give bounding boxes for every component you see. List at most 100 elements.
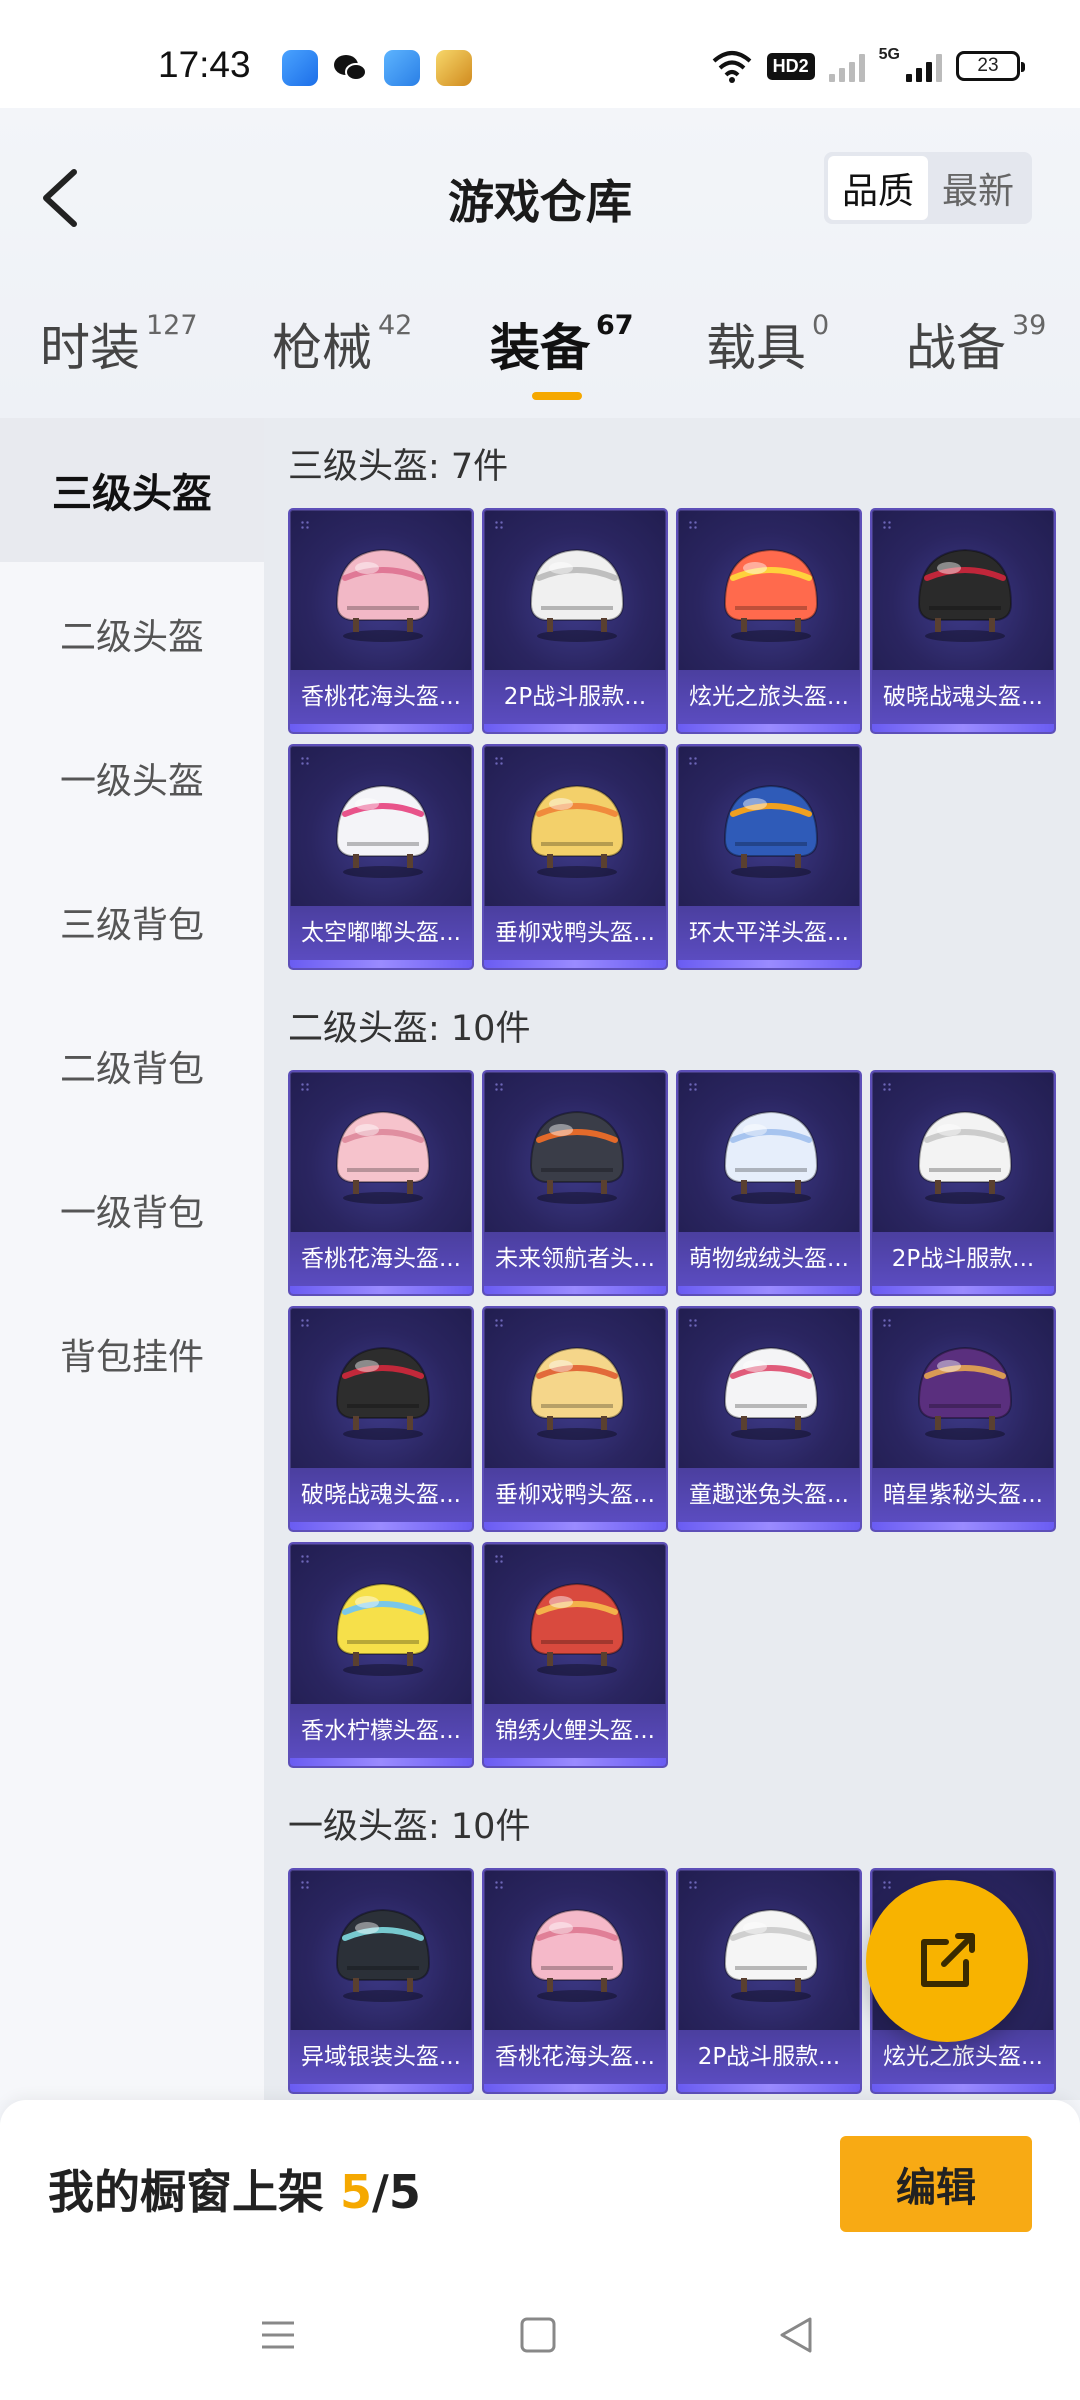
item-name: 2P战斗服款... xyxy=(484,670,666,724)
showcase-status: 我的橱窗上架 5/5 xyxy=(48,2156,421,2222)
helmet-icon xyxy=(723,548,819,642)
item-name: 童趣迷兔头盔... xyxy=(678,1468,860,1522)
app-blue-icon xyxy=(282,50,318,86)
edit-button[interactable]: 编辑 xyxy=(840,2136,1032,2232)
item-card[interactable]: 香桃花海头盔... xyxy=(288,508,474,734)
sidebar-item-level1-backpack[interactable]: 一级背包 xyxy=(0,1138,264,1282)
helmet-icon xyxy=(335,1346,431,1440)
card-pattern xyxy=(688,520,698,530)
card-pattern xyxy=(494,756,504,766)
item-name: 太空嘟嘟头盔... xyxy=(290,906,472,960)
item-card[interactable]: 垂柳戏鸭头盔... xyxy=(482,1306,668,1532)
tab-supplies[interactable]: 战备 39 xyxy=(906,308,1046,380)
sort-option-quality[interactable]: 品质 xyxy=(828,156,928,220)
helmet-icon xyxy=(335,548,431,642)
share-button[interactable] xyxy=(866,1880,1028,2042)
item-name: 炫光之旅头盔... xyxy=(678,670,860,724)
sidebar-item-level3-backpack[interactable]: 三级背包 xyxy=(0,850,264,994)
item-name: 锦绣火鲤头盔... xyxy=(484,1704,666,1758)
tab-fashion[interactable]: 时装 127 xyxy=(40,308,198,380)
item-content-area[interactable]: 三级头盔: 7件 香桃花海头盔... 2P战斗服款... 炫光之旅头盔... 破晓战魂头… xyxy=(264,418,1080,2100)
item-card[interactable]: 童趣迷兔头盔... xyxy=(676,1306,862,1532)
tab-count: 67 xyxy=(596,310,634,341)
item-card[interactable]: 炫光之旅头盔... xyxy=(676,508,862,734)
wifi-icon xyxy=(712,51,751,83)
sidebar-item-level3-helmet[interactable]: 三级头盔 xyxy=(0,418,264,562)
item-name: 垂柳戏鸭头盔... xyxy=(484,906,666,960)
item-card[interactable]: 萌物绒绒头盔... xyxy=(676,1070,862,1296)
item-name: 香桃花海头盔... xyxy=(484,2030,666,2084)
back-triangle-icon xyxy=(780,2317,812,2353)
back-nav-button[interactable] xyxy=(766,2310,826,2360)
item-name: 萌物绒绒头盔... xyxy=(678,1232,860,1286)
home-nav-button[interactable] xyxy=(508,2310,568,2360)
item-card[interactable]: 太空嘟嘟头盔... xyxy=(288,744,474,970)
helmet-icon xyxy=(335,1110,431,1204)
card-pattern xyxy=(688,756,698,766)
tab-count: 0 xyxy=(812,310,830,341)
item-card[interactable]: 暗星紫秘头盔... xyxy=(870,1306,1056,1532)
rarity-stripe xyxy=(484,960,666,968)
rarity-stripe xyxy=(678,2084,860,2092)
sidebar-item-level1-helmet[interactable]: 一级头盔 xyxy=(0,706,264,850)
game-app-icon xyxy=(436,50,472,86)
sort-option-newest[interactable]: 最新 xyxy=(928,156,1028,220)
tab-guns[interactable]: 枪械 42 xyxy=(272,308,412,380)
item-name: 2P战斗服款... xyxy=(678,2030,860,2084)
section-title: 三级头盔: 7件 xyxy=(288,446,509,487)
item-card[interactable]: 2P战斗服款... xyxy=(870,1070,1056,1296)
item-name: 异域银装头盔... xyxy=(290,2030,472,2084)
sidebar-item-level2-helmet[interactable]: 二级头盔 xyxy=(0,562,264,706)
sidebar-item-backpack-charm[interactable]: 背包挂件 xyxy=(0,1282,264,1426)
tab-equipment[interactable]: 装备 67 xyxy=(490,308,634,380)
card-pattern xyxy=(300,1318,310,1328)
status-bar: 17:43 HD2 5G 23 xyxy=(0,0,1080,108)
tab-vehicles[interactable]: 载具 0 xyxy=(706,308,829,380)
card-pattern xyxy=(688,1318,698,1328)
home-square-icon xyxy=(520,2317,556,2353)
battery-indicator: 23 xyxy=(956,51,1025,81)
item-card[interactable]: 异域银装头盔... xyxy=(288,1868,474,2094)
item-card[interactable]: 2P战斗服款... xyxy=(482,508,668,734)
section-title: 一级头盔: 10件 xyxy=(288,1806,531,1847)
item-card[interactable]: 垂柳戏鸭头盔... xyxy=(482,744,668,970)
helmet-icon xyxy=(335,784,431,878)
rarity-stripe xyxy=(872,724,1054,732)
rarity-stripe xyxy=(484,1286,666,1294)
showcase-current: 5 xyxy=(340,2165,373,2219)
item-card[interactable]: 破晓战魂头盔... xyxy=(288,1306,474,1532)
showcase-total: 5 xyxy=(388,2165,421,2219)
sidebar-item-level2-backpack[interactable]: 二级背包 xyxy=(0,994,264,1138)
item-card[interactable]: 香桃花海头盔... xyxy=(482,1868,668,2094)
item-name: 未来领航者头... xyxy=(484,1232,666,1286)
tab-count: 39 xyxy=(1012,310,1047,341)
tab-label: 时装 xyxy=(40,319,140,377)
status-right-cluster: HD2 5G 23 xyxy=(711,46,1025,86)
item-name: 香水柠檬头盔... xyxy=(290,1704,472,1758)
item-name: 破晓战魂头盔... xyxy=(872,670,1054,724)
app-cube-icon xyxy=(384,50,420,86)
card-pattern xyxy=(494,520,504,530)
helmet-icon xyxy=(917,1110,1013,1204)
item-card[interactable]: 香水柠檬头盔... xyxy=(288,1542,474,1768)
card-pattern xyxy=(494,1554,504,1564)
rarity-stripe xyxy=(678,1522,860,1530)
item-card[interactable]: 2P战斗服款... xyxy=(676,1868,862,2094)
item-card[interactable]: 未来领航者头... xyxy=(482,1070,668,1296)
menu-nav-button[interactable] xyxy=(248,2310,308,2360)
helmet-icon xyxy=(917,548,1013,642)
item-card[interactable]: 破晓战魂头盔... xyxy=(870,508,1056,734)
tab-label: 装备 xyxy=(490,319,590,377)
item-card[interactable]: 香桃花海头盔... xyxy=(288,1070,474,1296)
item-card[interactable]: 环太平洋头盔... xyxy=(676,744,862,970)
card-pattern xyxy=(494,1318,504,1328)
card-pattern xyxy=(300,1554,310,1564)
helmet-icon xyxy=(723,1346,819,1440)
item-card[interactable]: 锦绣火鲤头盔... xyxy=(482,1542,668,1768)
card-pattern xyxy=(300,1082,310,1092)
rarity-stripe xyxy=(484,2084,666,2092)
card-pattern xyxy=(882,1318,892,1328)
active-tab-indicator xyxy=(532,392,582,400)
rarity-stripe xyxy=(290,1758,472,1766)
tab-label: 枪械 xyxy=(272,319,372,377)
